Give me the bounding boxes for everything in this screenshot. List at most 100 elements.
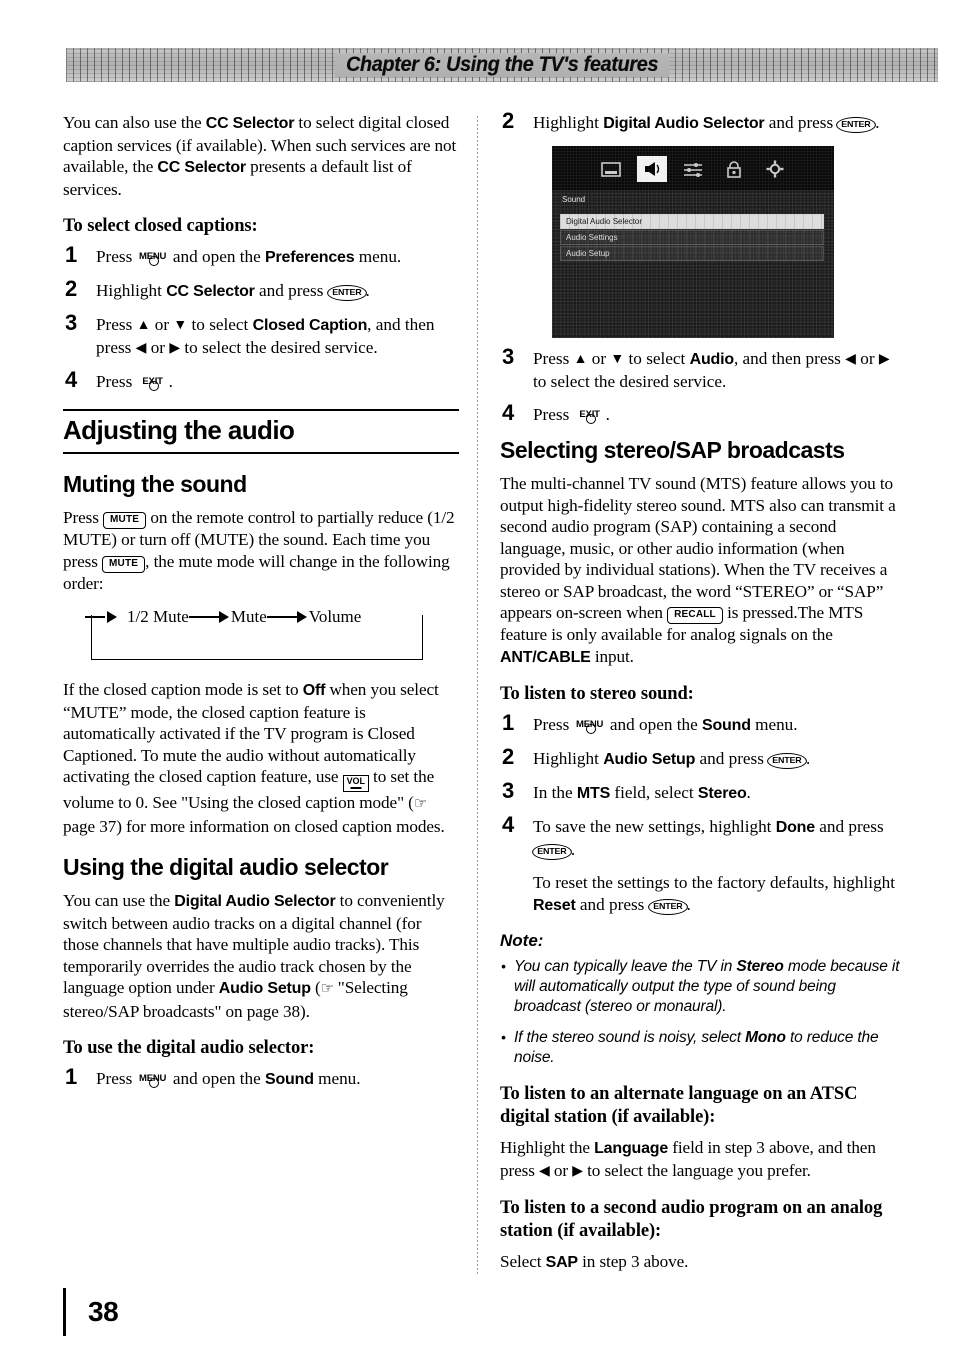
tv-menu-icon-bar: [552, 152, 834, 186]
sap2-paragraph: Select SAP in step 3 above.: [500, 1251, 900, 1274]
sap-term: SAP: [545, 1254, 579, 1271]
subsection-heading-digital-audio-selector: Using the digital audio selector: [63, 854, 389, 880]
footer-rule: [63, 1288, 66, 1336]
digital-audio-selector-term: Digital Audio Selector: [603, 115, 765, 132]
step-2-right: 2 Highlight Digital Audio Selector and pr…: [500, 110, 900, 135]
sap-paragraph: The multi-channel TV sound (MTS) feature…: [500, 473, 900, 668]
step-number: 1: [65, 1064, 78, 1089]
enter-button-icon: ENTER: [767, 753, 807, 769]
conjunction-1: or: [150, 315, 174, 334]
tv-menu-item-audio-settings[interactable]: Audio Settings: [560, 230, 824, 245]
left-column: You can also use the CC Selector to sele…: [63, 112, 459, 1102]
language-paragraph: Highlight the Language field in step 3 a…: [500, 1137, 900, 1182]
audio-term: Audio: [689, 351, 735, 368]
arrow-up-icon: ▲: [136, 318, 151, 333]
step-text-mid: and press: [254, 281, 328, 300]
step-1-stereo: 1 Press MENU and open the Sound menu.: [500, 710, 900, 737]
step-2-left: 2 Highlight CC Selector and press ENTER.: [63, 278, 459, 303]
mute-cycle-diagram: 1/2 Mute Mute Volume: [85, 607, 445, 665]
sliders-icon: [678, 156, 708, 182]
step-text-post: .: [875, 113, 880, 132]
tv-menu-screenshot: Sound Digital Audio Selector Audio Setti…: [552, 146, 834, 338]
pointing-hand-icon: ☞: [320, 981, 334, 997]
audio-setup-term: Audio Setup: [218, 980, 311, 997]
recall-button-icon: RECALL: [667, 607, 723, 624]
subsection-heading-muting-sound: Muting the sound: [63, 471, 247, 497]
menu-button-icon: MENU: [138, 248, 168, 266]
pointing-hand-icon: ☞: [413, 796, 427, 812]
gear-icon: [760, 156, 790, 182]
subsection-heading-stereo-sap: Selecting stereo/SAP broadcasts: [500, 437, 845, 463]
step-text-pre: In the: [533, 783, 577, 802]
procedure-heading-listen-stereo: To listen to stereo sound:: [500, 684, 694, 704]
step-4-left: 4 Press EXIT.: [63, 369, 459, 393]
tv-menu-rows: Digital Audio Selector Audio Settings Au…: [560, 214, 824, 262]
das-text-1: You can use the: [63, 891, 175, 910]
step-number: 1: [502, 710, 515, 735]
page-number: 38: [88, 1296, 119, 1327]
tv-menu-item-audio-setup[interactable]: Audio Setup: [560, 246, 824, 261]
procedure-heading-alternate-language: To listen to an alternate language on an…: [500, 1084, 858, 1127]
sap-text-3: input.: [590, 646, 634, 666]
step-1-left: 1 Press MENU and open the Preferences men…: [63, 242, 459, 269]
speaker-icon: [637, 156, 667, 182]
step-text-mid: to select: [624, 349, 690, 368]
reset-paragraph: To reset the settings to the factory def…: [500, 872, 900, 917]
arrow-down-icon: ▼: [610, 352, 625, 367]
note-item: You can typically leave the TV in Stereo…: [500, 956, 900, 1017]
chapter-title: Chapter 6: Using the TV's features: [334, 53, 670, 77]
lang-text-1: Highlight the: [500, 1138, 595, 1157]
step-text-pre: To save the new settings, highlight: [533, 817, 776, 836]
arrow-left-icon: ◀: [135, 341, 147, 356]
arrow-right-icon: ▶: [169, 341, 181, 356]
step-text-post: menu.: [750, 715, 798, 734]
step-text-pre: Highlight: [533, 113, 604, 132]
sap2-text-2: in step 3 above.: [577, 1252, 689, 1271]
procedure-heading-use-das: To use the digital audio selector:: [63, 1038, 315, 1058]
step-number: 1: [65, 242, 78, 267]
step-number: 3: [502, 344, 515, 369]
step-1-das: 1 Press MENU and open the Sound menu.: [63, 1064, 459, 1091]
step-number: 3: [502, 778, 515, 803]
page-footer: 38: [63, 1288, 119, 1336]
exit-button-icon: EXIT: [575, 406, 605, 424]
intro-text-1: You can also use the: [63, 113, 206, 132]
step-number: 4: [502, 812, 515, 837]
step-text-pre: Press: [533, 715, 574, 734]
step-text-post: .: [806, 749, 811, 768]
done-term: Done: [775, 819, 815, 836]
conjunction-2: or: [146, 338, 170, 357]
step-text-pre: Press: [96, 1069, 137, 1088]
mute-button-icon: MUTE: [102, 555, 146, 573]
step-text-mid: and press: [814, 817, 884, 836]
step-text-tail: to select the desired service.: [533, 372, 727, 391]
enter-button-icon: ENTER: [326, 285, 367, 301]
note-item: If the stereo sound is noisy, select Mon…: [500, 1027, 900, 1068]
step-text-post: .: [605, 405, 610, 424]
intro-paragraph: You can also use the CC Selector to sele…: [63, 112, 459, 200]
procedure-heading-second-audio-program: To listen to a second audio program on a…: [500, 1198, 883, 1241]
step-4-stereo: 4 To save the new settings, highlight Don…: [500, 812, 900, 861]
sap-text-1: The multi-channel TV sound (MTS) feature…: [500, 474, 896, 622]
step-number: 3: [65, 310, 78, 335]
step-text-post: .: [746, 783, 751, 802]
lang-text-3: to select the language you prefer.: [582, 1160, 811, 1180]
step-text-tail: to select the desired service.: [180, 338, 378, 357]
audio-setup-term: Audio Setup: [603, 751, 696, 768]
arrow-right-icon: ▶: [878, 352, 890, 367]
arrow-left-icon: ◀: [539, 1163, 550, 1179]
digital-audio-selector-term: Digital Audio Selector: [174, 893, 336, 910]
step-3-right: 3 Press ▲ or ▼ to select Audio, and then …: [500, 344, 900, 393]
step-text-pre: Highlight: [533, 749, 604, 768]
stereo-term: Stereo: [736, 958, 784, 975]
stereo-term: Stereo: [697, 785, 747, 802]
tv-menu-item-digital-audio-selector[interactable]: Digital Audio Selector: [560, 214, 824, 229]
menu-button-icon: MENU: [138, 1070, 168, 1088]
cc-selector-term-2: CC Selector: [157, 159, 246, 176]
cc-text-1: If the closed caption mode is set to: [63, 680, 303, 699]
step-text-pre: Press: [533, 349, 574, 368]
lock-icon: [719, 156, 749, 182]
picture-icon: [596, 156, 626, 182]
arrow-down-icon: ▼: [173, 318, 188, 333]
preferences-term: Preferences: [265, 249, 355, 266]
